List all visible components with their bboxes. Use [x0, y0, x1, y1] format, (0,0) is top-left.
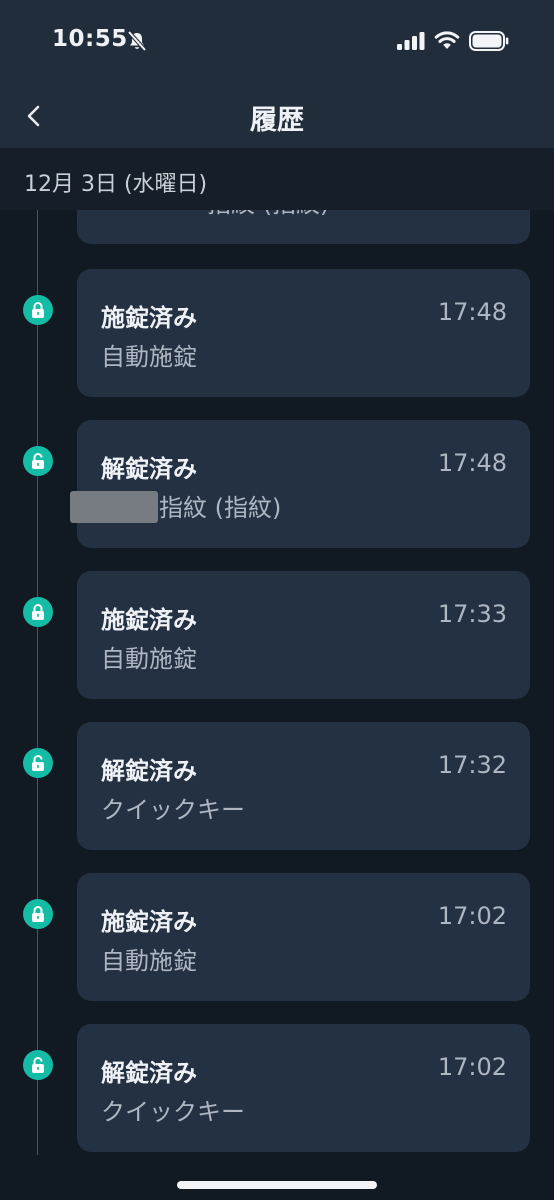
history-card[interactable]: 施錠済み 17:33 自動施錠	[77, 571, 530, 699]
status-bar: 10:55	[0, 0, 554, 84]
lock-open-icon	[23, 446, 53, 476]
history-card-status: 解錠済み	[101, 455, 197, 483]
cellular-signal-icon	[397, 32, 425, 50]
history-card[interactable]: 解錠済み 17:48 指紋 (指紋)	[77, 420, 530, 548]
date-section-header: 12月 3日 (水曜日)	[0, 148, 554, 210]
home-indicator[interactable]	[177, 1181, 377, 1189]
history-card[interactable]: 施錠済み 17:02 自動施錠	[77, 873, 530, 1001]
history-card-subtitle: 指紋 (指紋)	[159, 494, 282, 522]
history-card[interactable]: 指紋 (指紋)	[77, 210, 530, 244]
history-card-subtitle: クイックキー	[101, 1098, 245, 1126]
history-card-status: 解錠済み	[101, 1059, 197, 1087]
history-card-time: 17:48	[437, 298, 507, 326]
history-card-status: 施錠済み	[101, 908, 197, 936]
history-card[interactable]: 解錠済み 17:32 クイックキー	[77, 722, 530, 850]
timeline-line	[37, 210, 38, 1155]
history-card-subtitle: 自動施錠	[101, 645, 197, 673]
battery-icon	[469, 31, 509, 51]
lock-closed-icon	[23, 899, 53, 929]
history-card-status: 施錠済み	[101, 606, 197, 634]
bell-off-icon	[127, 30, 147, 52]
history-card[interactable]: 解錠済み 17:02 クイックキー	[77, 1024, 530, 1152]
date-label: 12月 3日 (水曜日)	[24, 172, 208, 197]
history-card-status: 施錠済み	[101, 304, 197, 332]
history-card[interactable]: 施錠済み 17:48 自動施錠	[77, 269, 530, 397]
history-card-time: 17:32	[437, 751, 507, 779]
lock-open-icon	[23, 1050, 53, 1080]
history-card-subtitle: クイックキー	[101, 796, 245, 824]
history-card-subtitle: 自動施錠	[101, 343, 197, 371]
lock-open-icon	[23, 748, 53, 778]
redacted-name-block	[70, 491, 158, 523]
status-time: 10:55	[52, 26, 128, 52]
history-card-subtitle: 指紋 (指紋)	[207, 210, 329, 219]
history-card-time: 17:48	[437, 449, 507, 477]
page-title: 履歴	[250, 105, 304, 136]
lock-closed-icon	[23, 295, 53, 325]
wifi-icon	[434, 31, 460, 49]
lock-closed-icon	[23, 597, 53, 627]
nav-bar: 履歴	[0, 84, 554, 148]
history-card-status: 解錠済み	[101, 757, 197, 785]
history-card-subtitle: 自動施錠	[101, 947, 197, 975]
history-card-time: 17:02	[437, 902, 507, 930]
history-card-time: 17:33	[437, 600, 507, 628]
history-card-time: 17:02	[437, 1053, 507, 1081]
history-list[interactable]: 指紋 (指紋) 施錠済み 17:48 自動施錠 解錠済み 17:48 指紋 (指…	[0, 210, 554, 1200]
